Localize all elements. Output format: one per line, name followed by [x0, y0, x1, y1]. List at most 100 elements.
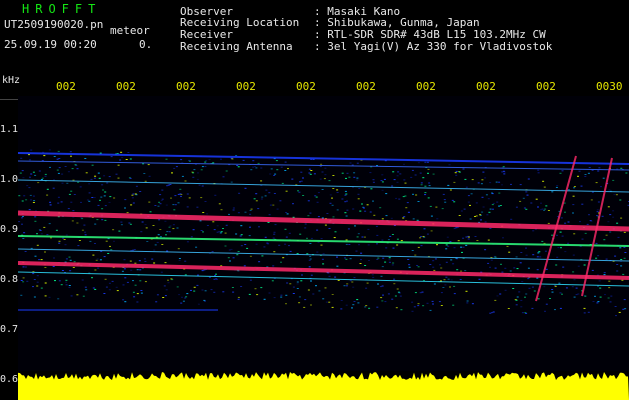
noise-speck [196, 178, 199, 180]
noise-speck [596, 302, 599, 304]
noise-speck [376, 258, 379, 260]
noise-speck [77, 245, 80, 247]
noise-speck [106, 182, 109, 184]
y-tick: 0.6 [0, 374, 19, 385]
noise-speck [436, 218, 439, 220]
noise-speck [620, 259, 623, 260]
noise-speck [161, 244, 164, 245]
noise-speck [372, 181, 375, 183]
noise-speck [396, 244, 399, 246]
noise-speck [229, 260, 231, 262]
noise-speck [498, 181, 501, 183]
noise-speck [159, 194, 162, 196]
noise-speck [344, 212, 347, 214]
noise-speck [21, 217, 23, 219]
noise-speck [498, 192, 501, 194]
noise-speck [428, 182, 431, 184]
noise-speck [70, 155, 72, 157]
noise-speck [285, 294, 288, 296]
noise-speck [515, 206, 518, 208]
noise-speck [544, 208, 547, 210]
noise-speck [190, 236, 193, 238]
noise-speck [222, 176, 225, 178]
noise-speck [292, 203, 294, 205]
noise-speck [304, 227, 307, 229]
noise-speck [489, 182, 492, 184]
noise-speck [55, 229, 58, 231]
noise-speck [154, 244, 157, 246]
noise-speck [541, 240, 544, 242]
noise-speck [499, 293, 502, 295]
noise-speck [107, 253, 110, 254]
noise-speck [353, 176, 356, 178]
noise-speck [356, 177, 359, 179]
noise-speck [371, 274, 374, 276]
noise-speck [212, 221, 215, 223]
noise-speck [167, 184, 170, 186]
noise-speck [180, 302, 183, 304]
noise-speck [125, 159, 128, 160]
noise-speck [384, 301, 387, 303]
noise-speck [99, 199, 101, 201]
noise-speck [70, 190, 73, 192]
noise-speck [440, 292, 443, 294]
noise-speck [121, 157, 124, 158]
noise-speck [463, 208, 466, 210]
noise-speck [286, 213, 289, 215]
noise-speck [38, 259, 41, 261]
noise-speck [321, 189, 324, 190]
noise-speck [237, 270, 240, 272]
noise-speck [419, 172, 422, 174]
noise-speck [202, 212, 205, 213]
noise-speck [447, 278, 450, 280]
noise-speck [329, 202, 332, 204]
noise-speck [612, 216, 615, 218]
noise-speck [403, 163, 405, 165]
noise-speck [478, 278, 481, 280]
noise-speck [429, 205, 432, 207]
noise-speck [597, 170, 600, 172]
noise-speck [346, 172, 349, 174]
noise-speck [369, 211, 372, 213]
noise-speck [476, 240, 479, 241]
noise-speck [592, 301, 595, 302]
noise-speck [267, 243, 270, 245]
noise-speck [58, 280, 61, 282]
noise-speck [545, 303, 548, 305]
noise-speck [299, 233, 302, 235]
noise-speck [22, 266, 25, 268]
noise-speck [336, 209, 339, 211]
noise-speck [358, 244, 360, 246]
noise-speck [379, 207, 382, 209]
noise-speck [115, 173, 118, 175]
noise-speck [619, 199, 622, 201]
noise-speck [460, 210, 463, 212]
noise-speck [426, 161, 429, 163]
noise-speck [268, 214, 271, 216]
noise-speck [84, 234, 87, 236]
noise-speck [344, 201, 347, 203]
noise-speck [391, 264, 394, 266]
noise-speck [314, 195, 317, 197]
noise-speck [163, 285, 166, 287]
noise-speck [564, 211, 566, 213]
noise-speck [97, 267, 100, 269]
noise-speck [467, 235, 470, 237]
noise-speck [92, 254, 95, 256]
noise-speck [398, 292, 401, 294]
noise-speck [184, 297, 187, 299]
noise-speck [81, 279, 84, 281]
noise-speck [337, 279, 340, 281]
noise-speck [417, 246, 420, 248]
noise-speck [341, 172, 344, 174]
noise-speck [573, 233, 576, 235]
noise-speck [232, 207, 235, 209]
noise-speck [560, 247, 562, 249]
noise-speck [513, 267, 516, 269]
noise-speck [551, 291, 554, 293]
noise-speck [48, 223, 51, 225]
noise-speck [203, 299, 206, 301]
noise-speck [273, 297, 276, 299]
noise-speck [60, 284, 63, 286]
noise-speck [481, 179, 484, 181]
